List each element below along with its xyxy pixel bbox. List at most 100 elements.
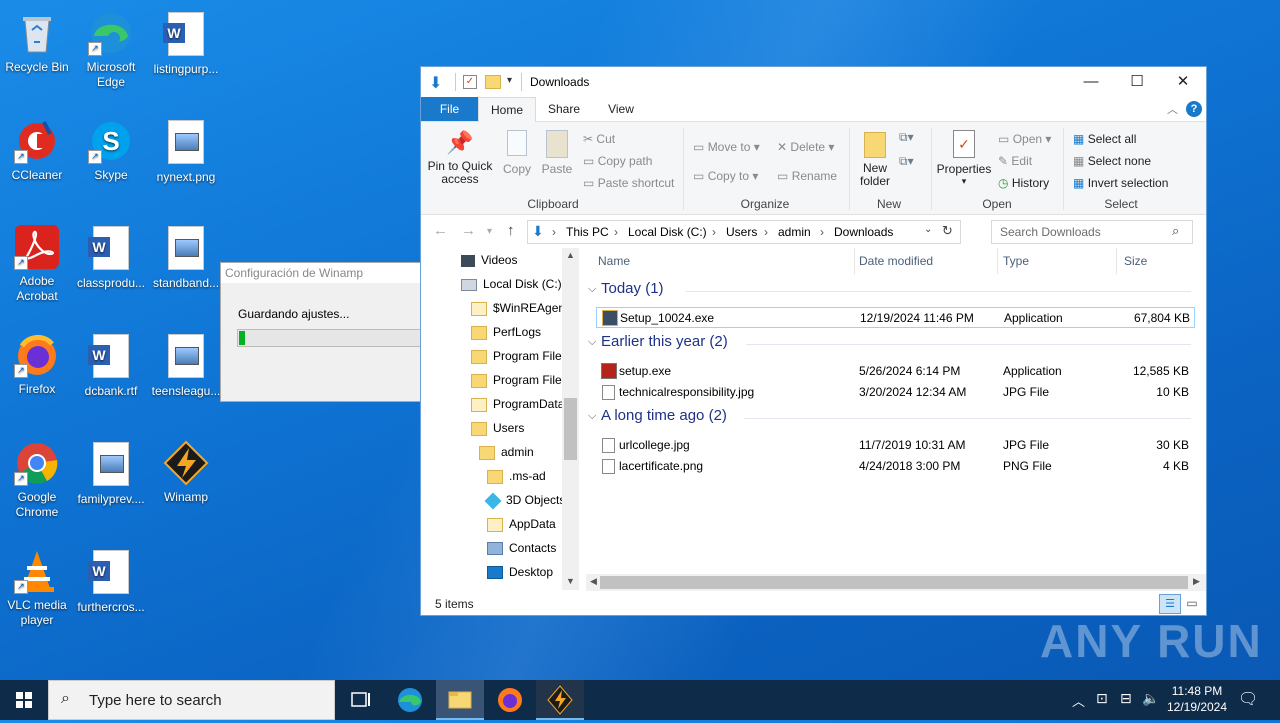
desktop-icon-dcbank[interactable]: W dcbank.rtf [74,332,148,399]
nav-item-local-disk[interactable]: Local Disk (C:) [461,273,562,295]
file-row[interactable]: technicalresponsibility.jpg 3/20/2024 12… [596,382,1193,402]
group-header-long-time-ago[interactable]: A long time ago (2) [601,407,727,424]
breadcrumb-local-disk[interactable]: Local Disk (C:) [628,225,707,239]
breadcrumb-users[interactable]: Users [726,225,757,239]
move-to-button[interactable]: ▭ Move to ▾ [693,140,760,154]
file-row[interactable]: Setup_10024.exe 12/19/2024 11:46 PM Appl… [596,307,1195,328]
desktop-icon-adobe-acrobat[interactable]: ↗ Adobe Acrobat [0,224,74,304]
tab-file[interactable]: File [421,97,478,121]
nav-item-desktop[interactable]: Desktop [487,561,553,583]
details-view-icon[interactable]: ☰ [1159,594,1181,614]
invert-selection-button[interactable]: ▦ Invert selection [1073,176,1168,190]
network-icon[interactable]: ⊡ [1096,690,1108,707]
tab-home[interactable]: Home [478,97,536,122]
task-view-button[interactable] [336,680,384,720]
scroll-down-icon[interactable]: ▼ [566,576,575,586]
file-row[interactable]: urlcollege.jpg 11/7/2019 10:31 AM JPG Fi… [596,435,1193,455]
search-box[interactable]: Search Downloads ⌕ [991,220,1193,244]
nav-item-winreagent[interactable]: $WinREAgent [471,297,568,319]
desktop-icon-classprodu[interactable]: W classprodu... [74,224,148,291]
system-clock[interactable]: 11:48 PM 12/19/2024 [1162,683,1232,715]
address-history-icon[interactable]: ⌄ [924,224,932,235]
nav-item-program-files[interactable]: Program Files [471,345,568,367]
scroll-left-icon[interactable]: ◀ [590,576,597,587]
copy-button[interactable]: Copy [499,130,535,176]
tab-share[interactable]: Share [536,97,592,121]
desktop-icon-microsoft-edge[interactable]: ↗ Microsoft Edge [74,10,148,90]
group-header-earlier-this-year[interactable]: Earlier this year (2) [601,333,728,350]
edit-button[interactable]: ✎ Edit [998,154,1032,168]
scroll-up-icon[interactable]: ▲ [566,250,575,260]
maximize-button[interactable]: ☐ [1114,67,1160,97]
copy-to-button[interactable]: ▭ Copy to ▾ [693,169,758,183]
breadcrumb-this-pc[interactable]: This PC [566,225,609,239]
forward-button[interactable]: → [461,222,476,239]
group-header-today[interactable]: Today (1) [601,280,664,297]
properties-quick-icon[interactable]: ✓ [463,75,477,89]
new-folder-button[interactable]: New folder [855,130,895,188]
taskbar-firefox[interactable] [486,680,534,720]
back-button[interactable]: ← [433,222,448,239]
nav-item-3d-objects[interactable]: 3D Objects [484,489,565,511]
copy-path-button[interactable]: ▭ Copy path [583,154,652,168]
desktop-icon-furthercros[interactable]: W furthercros... [74,548,148,615]
desktop-icon-listingpurp[interactable]: W listingpurp... [149,10,223,77]
nav-item-programdata[interactable]: ProgramData [471,393,564,415]
refresh-icon[interactable]: ↻ [942,223,953,239]
address-bar[interactable]: ⬇ › This PC › Local Disk (C:) › Users › … [527,220,961,244]
desktop-icon-vlc[interactable]: ↗ VLC media player [0,548,74,628]
new-folder-quick-icon[interactable] [485,75,501,89]
properties-button[interactable]: ✓ Properties ▾ [935,130,993,187]
paste-shortcut-button[interactable]: ▭ Paste shortcut [583,176,674,190]
column-header-type[interactable]: Type [1003,254,1029,268]
nav-item-videos[interactable]: Videos [461,249,517,271]
customize-toolbar-icon[interactable]: ▾ [507,75,512,86]
new-item-button[interactable]: ⧉▾ [899,130,914,145]
recent-locations-button[interactable]: ▾ [487,226,492,237]
desktop-icon-teensleagu[interactable]: teensleagu... [149,332,223,399]
scroll-thumb[interactable] [600,576,1188,589]
nav-scrollbar[interactable]: ▲ ▼ [562,248,579,590]
taskbar-search[interactable]: ⌕ Type here to search [48,680,335,720]
desktop-icon-standband[interactable]: standband... [149,224,223,291]
group-collapse-icon[interactable]: ⌵ [588,336,596,349]
column-header-date[interactable]: Date modified [859,254,933,268]
breadcrumb-admin[interactable]: admin [778,225,811,239]
nav-item-admin[interactable]: admin [479,441,534,463]
delete-button[interactable]: ✕ Delete ▾ [777,140,834,154]
nav-item-appdata[interactable]: AppData [487,513,556,535]
column-header-name[interactable]: Name [598,254,630,268]
nav-item-ms-ad[interactable]: .ms-ad [487,465,546,487]
up-button[interactable]: ↑ [507,222,515,239]
desktop-icon-nynext[interactable]: nynext.png [149,118,223,185]
nav-item-program-files-x86[interactable]: Program Files [471,369,568,391]
breadcrumb-downloads[interactable]: Downloads [834,225,893,239]
select-none-button[interactable]: ▦ Select none [1073,154,1151,168]
group-collapse-icon[interactable]: ⌵ [588,410,596,423]
desktop-icon-winamp[interactable]: Winamp [149,440,223,505]
history-button[interactable]: ◷ History [998,176,1049,190]
taskbar-edge[interactable] [386,680,434,720]
help-icon[interactable]: ? [1186,101,1202,117]
file-row[interactable]: lacertificate.png 4/24/2018 3:00 PM PNG … [596,456,1193,476]
start-button[interactable] [0,680,48,720]
desktop-icon-familyprev[interactable]: familyprev.... [74,440,148,507]
desktop-icon-skype[interactable]: S ↗ Skype [74,118,148,183]
desktop-icon-firefox[interactable]: ↗ Firefox [0,332,74,397]
cut-button[interactable]: ✂ Cut [583,132,615,146]
rename-button[interactable]: ▭ Rename [777,169,837,183]
nav-item-contacts[interactable]: Contacts [487,537,556,559]
scroll-thumb[interactable] [564,398,577,460]
pin-quick-access-button[interactable]: 📌 Pin to Quick access [427,130,493,186]
paste-button[interactable]: Paste [539,130,575,176]
horizontal-scrollbar[interactable]: ◀ ▶ [586,574,1206,591]
easy-access-button[interactable]: ⧉▾ [899,154,914,169]
group-collapse-icon[interactable]: ⌵ [588,283,596,296]
file-row[interactable]: setup.exe 5/26/2024 6:14 PM Application … [596,361,1193,381]
select-all-button[interactable]: ▦ Select all [1073,132,1136,146]
scroll-right-icon[interactable]: ▶ [1193,576,1200,587]
ethernet-icon[interactable]: ⊟ [1120,690,1132,707]
taskbar-file-explorer[interactable] [436,680,484,720]
notifications-icon[interactable]: 🗨 [1238,689,1258,709]
close-button[interactable]: ✕ [1160,67,1206,97]
